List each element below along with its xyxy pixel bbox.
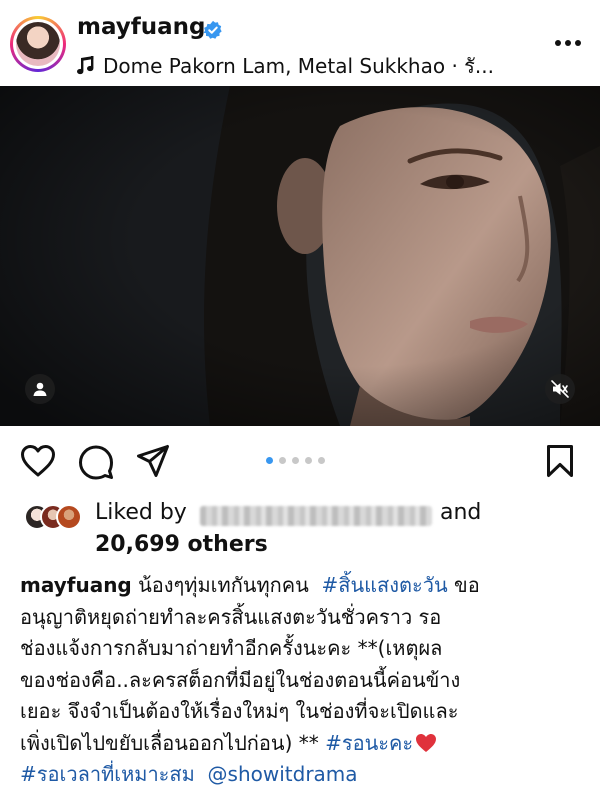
caption-text: เยอะ จึงจำเป็นต้องให้เรื่องใหม่ๆ ในช่องท… <box>20 699 459 723</box>
music-label: Dome Pakorn Lam, Metal Sukkhao · รั... <box>103 54 494 78</box>
liker-avatar <box>56 504 82 530</box>
caption-text: เพิ่งเปิดไปขยับเลื่อนออกไปก่อน) ** <box>20 730 319 755</box>
user-tag-button[interactable] <box>25 374 55 404</box>
music-row[interactable]: Dome Pakorn Lam, Metal Sukkhao · รั... <box>77 52 494 80</box>
caption-text: อนุญาติหยุดถ่ายทำละครสิ้นแสงตะวันชั่วครา… <box>20 604 442 629</box>
verified-badge-icon <box>203 20 222 39</box>
share-icon[interactable] <box>136 444 170 478</box>
caption-text: น้องๆทุ่มเทกันทุกคน <box>138 573 309 597</box>
carousel-dot <box>279 457 286 464</box>
hashtag[interactable]: #สิ้นแสงตะวัน <box>322 573 448 597</box>
liked-by-label: Liked by <box>95 500 187 525</box>
post-media[interactable] <box>0 86 600 426</box>
likes-others-count[interactable]: 20,699 others <box>95 532 268 557</box>
comment-icon[interactable] <box>78 444 114 480</box>
bookmark-icon[interactable] <box>546 444 574 478</box>
caption-text: ขอ <box>454 573 480 597</box>
blurred-username[interactable] <box>200 506 432 526</box>
hashtag[interactable]: #รอเวลาที่เหมาะสม <box>20 762 195 786</box>
post-header: mayfuang Dome Pakorn Lam, Metal Sukkhao … <box>0 0 600 86</box>
mention[interactable]: @showitdrama <box>208 762 358 786</box>
liker-avatars[interactable] <box>24 504 94 530</box>
caption-text: ช่องแจ้งการกลับมาถ่ายทำอีกครั้งนะคะ **(เ… <box>20 636 443 660</box>
likes-section: Liked by and 20,699 others <box>0 498 600 564</box>
carousel-indicator <box>266 457 325 464</box>
post-photo <box>0 86 600 426</box>
carousel-dot <box>305 457 312 464</box>
post-caption: mayfuang น้องๆทุ่มเทกันทุกคน #สิ้นแสงตะว… <box>20 570 590 791</box>
user-tag-icon <box>33 382 47 396</box>
mute-toggle-button[interactable] <box>545 374 575 404</box>
hashtag[interactable]: #รอนะคะ <box>325 731 413 755</box>
carousel-dot <box>318 457 325 464</box>
more-icon[interactable] <box>554 38 582 48</box>
carousel-dot <box>266 457 273 464</box>
and-label: and <box>440 500 482 525</box>
caption-text: ของช่องคือ..ละครสต็อกที่มีอยู่ในช่องตอนน… <box>20 667 461 692</box>
carousel-dot <box>292 457 299 464</box>
post-username[interactable]: mayfuang <box>77 14 206 40</box>
muted-speaker-icon <box>551 380 569 398</box>
post-action-bar <box>0 432 600 492</box>
heart-icon[interactable] <box>20 444 56 478</box>
music-note-icon <box>77 56 94 75</box>
avatar-photo <box>16 22 60 66</box>
caption-username[interactable]: mayfuang <box>20 573 132 597</box>
profile-avatar[interactable] <box>10 16 66 72</box>
red-heart-emoji <box>416 733 437 752</box>
